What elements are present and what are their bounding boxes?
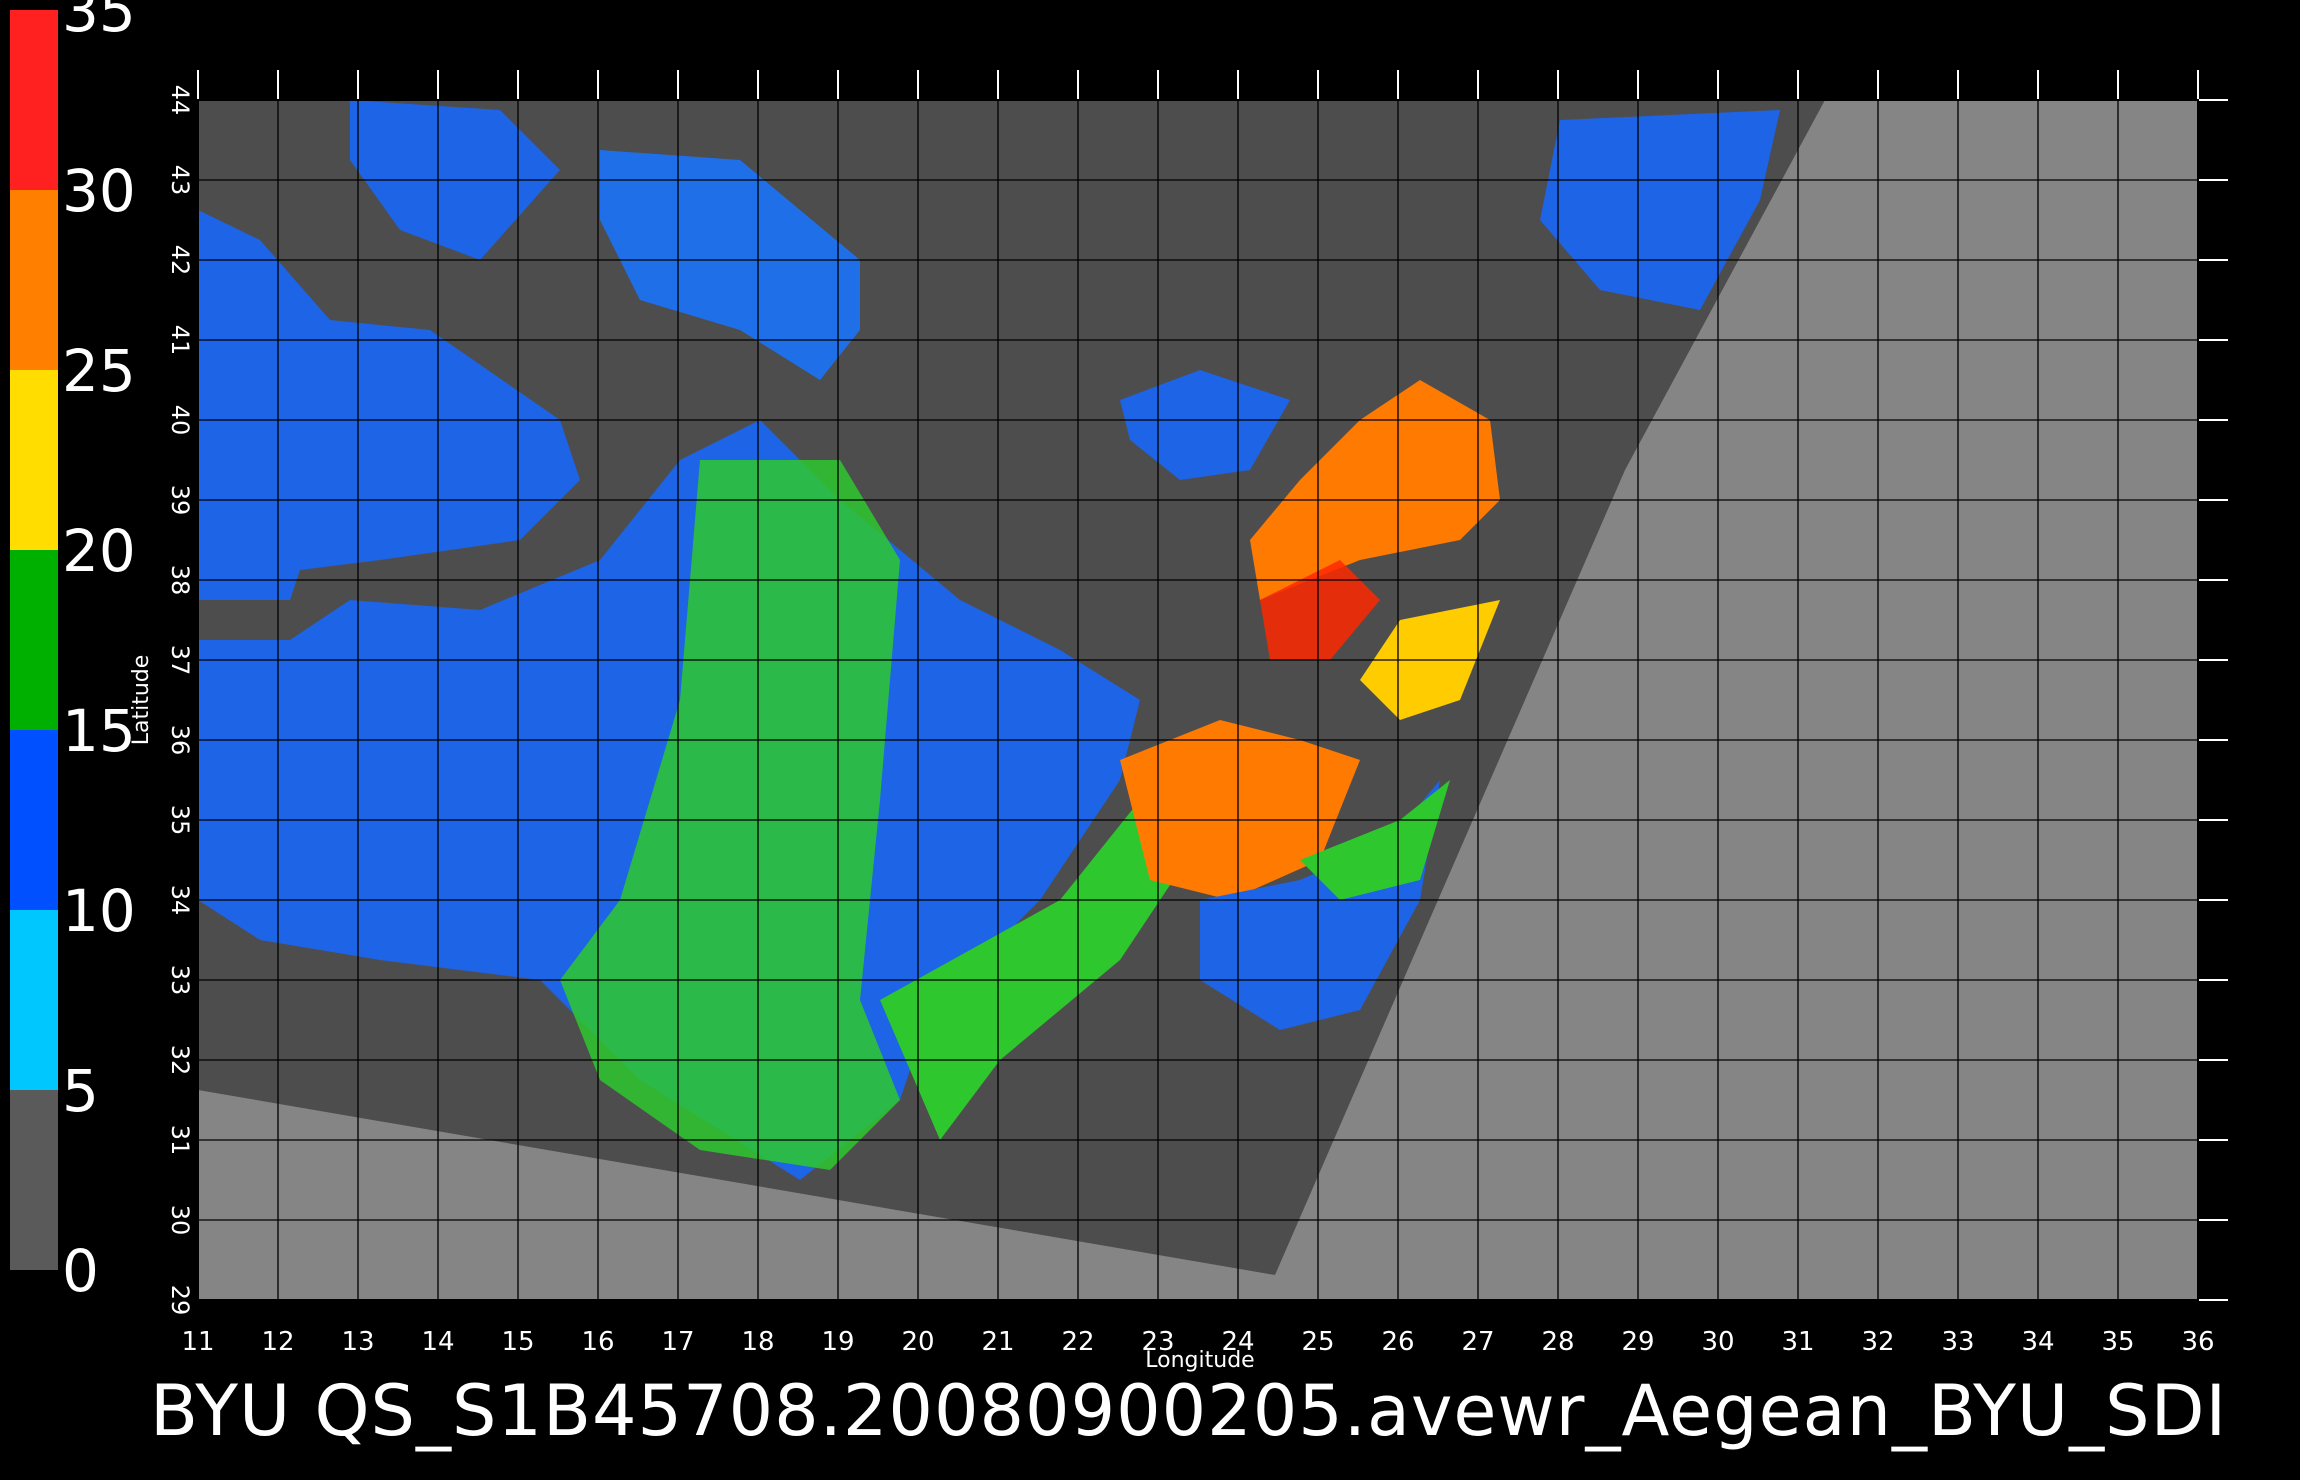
longitude-tick-label: 12 (261, 1327, 294, 1357)
longitude-tick-label: 22 (1061, 1327, 1094, 1357)
longitude-tick-label: 30 (1701, 1327, 1734, 1357)
latitude-tick-label: 41 (166, 325, 194, 356)
longitude-tick-label: 31 (1781, 1327, 1814, 1357)
longitude-tick-label: 35 (2101, 1327, 2134, 1357)
latitude-tick-labels: 29 30 31 32 33 34 35 36 37 38 39 40 41 42 43 44 (166, 85, 194, 1316)
longitude-tick-label: 11 (181, 1327, 214, 1357)
longitude-tick-label: 21 (981, 1327, 1014, 1357)
longitude-tick-label: 15 (501, 1327, 534, 1357)
longitude-tick-label: 29 (1621, 1327, 1654, 1357)
wind-speed-map: 11 12 13 14 15 16 17 18 19 20 21 22 23 24 25 26 27 28 29 30… (129, 70, 2228, 1373)
latitude-tick-label: 31 (166, 1125, 194, 1156)
longitude-tick-label: 27 (1461, 1327, 1494, 1357)
latitude-tick-label: 43 (166, 165, 194, 196)
longitude-tick-label: 28 (1541, 1327, 1574, 1357)
latitude-tick-label: 44 (166, 85, 194, 116)
latitude-tick-label: 33 (166, 965, 194, 996)
file-identifier-caption: BYU QS_S1B45708.20080900205.avewr_Aegean… (150, 1370, 2228, 1452)
longitude-tick-label: 32 (1861, 1327, 1894, 1357)
longitude-tick-label: 33 (1941, 1327, 1974, 1357)
latitude-tick-label: 32 (166, 1045, 194, 1076)
latitude-axis-label: Latitude (129, 655, 154, 746)
longitude-tick-label: 20 (901, 1327, 934, 1357)
latitude-tick-label: 40 (166, 405, 194, 436)
longitude-tick-label: 18 (741, 1327, 774, 1357)
longitude-tick-label: 16 (581, 1327, 614, 1357)
latitude-tick-label: 38 (166, 565, 194, 596)
latitude-tick-label: 39 (166, 485, 194, 516)
longitude-tick-label: 19 (821, 1327, 854, 1357)
longitude-tick-label: 13 (341, 1327, 374, 1357)
latitude-tick-label: 34 (166, 885, 194, 916)
longitude-tick-label: 17 (661, 1327, 694, 1357)
latitude-tick-label: 35 (166, 805, 194, 836)
latitude-tick-label: 42 (166, 245, 194, 276)
longitude-tick-label: 36 (2181, 1327, 2214, 1357)
longitude-tick-label: 25 (1301, 1327, 1334, 1357)
longitude-tick-label: 14 (421, 1327, 454, 1357)
latitude-tick-label: 36 (166, 725, 194, 756)
longitude-tick-label: 34 (2021, 1327, 2054, 1357)
latitude-tick-label: 30 (166, 1205, 194, 1236)
latitude-tick-label: 29 (166, 1285, 194, 1316)
longitude-tick-label: 26 (1381, 1327, 1414, 1357)
latitude-tick-label: 37 (166, 645, 194, 676)
